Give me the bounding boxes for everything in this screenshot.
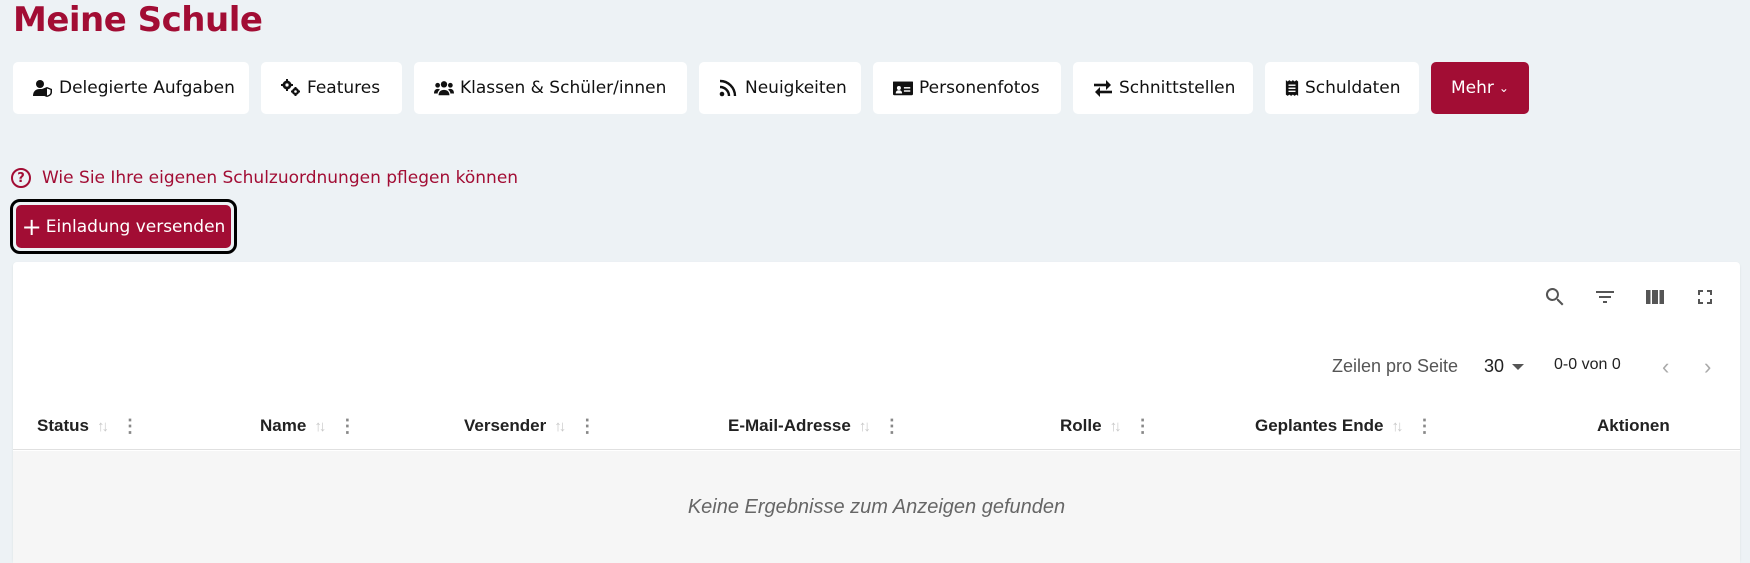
pagination-range: 0-0 von 0 (1554, 356, 1621, 373)
nav-school-data-button[interactable]: Schuldaten (1265, 62, 1419, 114)
nav-features-button[interactable]: Features (261, 62, 402, 114)
question-circle-icon: ? (11, 168, 31, 188)
rows-per-page-label: Zeilen pro Seite (1332, 356, 1459, 376)
column-label: E-Mail-Adresse (728, 416, 851, 435)
next-page-icon[interactable]: › (1704, 354, 1711, 380)
column-label: Rolle (1060, 416, 1102, 435)
rows-per-page-select[interactable]: 30 (1484, 356, 1525, 377)
search-icon[interactable] (1540, 282, 1570, 312)
column-menu-icon[interactable]: ⋮ (1134, 416, 1152, 437)
empty-state-message: Keine Ergebnisse zum Anzeigen gefunden (687, 496, 1066, 518)
column-menu-icon[interactable]: ⋮ (338, 416, 356, 437)
sort-icon[interactable]: ↑↓ (97, 418, 109, 435)
columns-icon[interactable] (1640, 282, 1670, 312)
receipt-icon (1285, 80, 1299, 96)
user-shield-icon (33, 80, 52, 97)
send-invitation-label: Einladung versenden (45, 216, 226, 237)
nav-label: Neuigkeiten (745, 78, 847, 98)
sort-icon[interactable]: ↑↓ (1391, 418, 1403, 435)
table-header: Status ↑↓ ⋮ Name ↑↓ ⋮ Versender ↑↓ ⋮ E-M… (13, 402, 1740, 450)
column-label: Versender (464, 416, 547, 435)
column-header-email[interactable]: E-Mail-Adresse ↑↓ ⋮ (728, 402, 901, 450)
nav-label: Klassen & Schüler/innen (460, 78, 667, 98)
page-title: Meine Schule (13, 0, 263, 40)
nav-interfaces-button[interactable]: Schnittstellen (1073, 62, 1253, 114)
pagination: Zeilen pro Seite 30 0-0 von 0 ‹ › (13, 354, 1740, 380)
rows-per-page-value: 30 (1484, 356, 1505, 376)
column-header-role[interactable]: Rolle ↑↓ ⋮ (1060, 402, 1152, 450)
column-label: Aktionen (1597, 416, 1670, 435)
fullscreen-icon[interactable] (1690, 282, 1720, 312)
column-menu-icon[interactable]: ⋮ (883, 416, 901, 437)
gears-icon (281, 79, 300, 96)
column-label: Status (37, 416, 89, 435)
nav-classes-students-button[interactable]: Klassen & Schüler/innen (414, 62, 687, 114)
nav-label: Delegierte Aufgaben (59, 78, 235, 98)
column-header-sender[interactable]: Versender ↑↓ ⋮ (464, 402, 596, 450)
empty-state-row: Keine Ergebnisse zum Anzeigen gefunden (13, 451, 1740, 563)
rss-icon (719, 79, 737, 97)
sort-icon[interactable]: ↑↓ (859, 418, 871, 435)
sort-icon[interactable]: ↑↓ (1110, 418, 1122, 435)
exchange-icon (1094, 80, 1112, 97)
column-header-name[interactable]: Name ↑↓ ⋮ (260, 402, 356, 450)
sort-icon[interactable]: ↑↓ (554, 418, 566, 435)
nav-person-photos-button[interactable]: Personenfotos (873, 62, 1061, 114)
column-label: Geplantes Ende (1255, 416, 1384, 435)
nav-label: Features (307, 78, 381, 98)
prev-page-icon[interactable]: ‹ (1662, 354, 1669, 380)
nav-label: Schuldaten (1305, 78, 1401, 98)
column-menu-icon[interactable]: ⋮ (578, 416, 596, 437)
column-header-planned-end[interactable]: Geplantes Ende ↑↓ ⋮ (1255, 402, 1433, 450)
nav-more-button[interactable]: Mehr ⌄ (1431, 62, 1529, 114)
nav-more-label: Mehr (1451, 78, 1494, 98)
filter-icon[interactable] (1590, 282, 1620, 312)
users-icon (434, 81, 454, 96)
sort-icon[interactable]: ↑↓ (314, 418, 326, 435)
nav-label: Personenfotos (919, 78, 1040, 98)
column-menu-icon[interactable]: ⋮ (121, 416, 139, 437)
nav-news-button[interactable]: Neuigkeiten (699, 62, 861, 114)
invite-button-focus-ring: + Einladung versenden (10, 199, 237, 254)
nav-label: Schnittstellen (1119, 78, 1236, 98)
id-card-icon (893, 81, 913, 96)
plus-icon: + (21, 212, 42, 241)
column-header-status[interactable]: Status ↑↓ ⋮ (37, 402, 139, 450)
help-link[interactable]: ? Wie Sie Ihre eigenen Schulzuordnungen … (11, 168, 518, 188)
school-nav: Delegierte Aufgaben Features Klassen & S… (13, 62, 1529, 114)
help-link-text: Wie Sie Ihre eigenen Schulzuordnungen pf… (42, 168, 519, 188)
column-menu-icon[interactable]: ⋮ (1415, 416, 1433, 437)
column-header-actions: Aktionen (1597, 402, 1670, 450)
chevron-down-icon: ⌄ (1498, 81, 1509, 95)
invitations-table-card: Zeilen pro Seite 30 0-0 von 0 ‹ › Status… (13, 262, 1740, 563)
nav-delegated-tasks-button[interactable]: Delegierte Aufgaben (13, 62, 249, 114)
send-invitation-button[interactable]: + Einladung versenden (16, 205, 231, 248)
caret-down-icon (1512, 364, 1525, 371)
column-label: Name (260, 416, 307, 435)
